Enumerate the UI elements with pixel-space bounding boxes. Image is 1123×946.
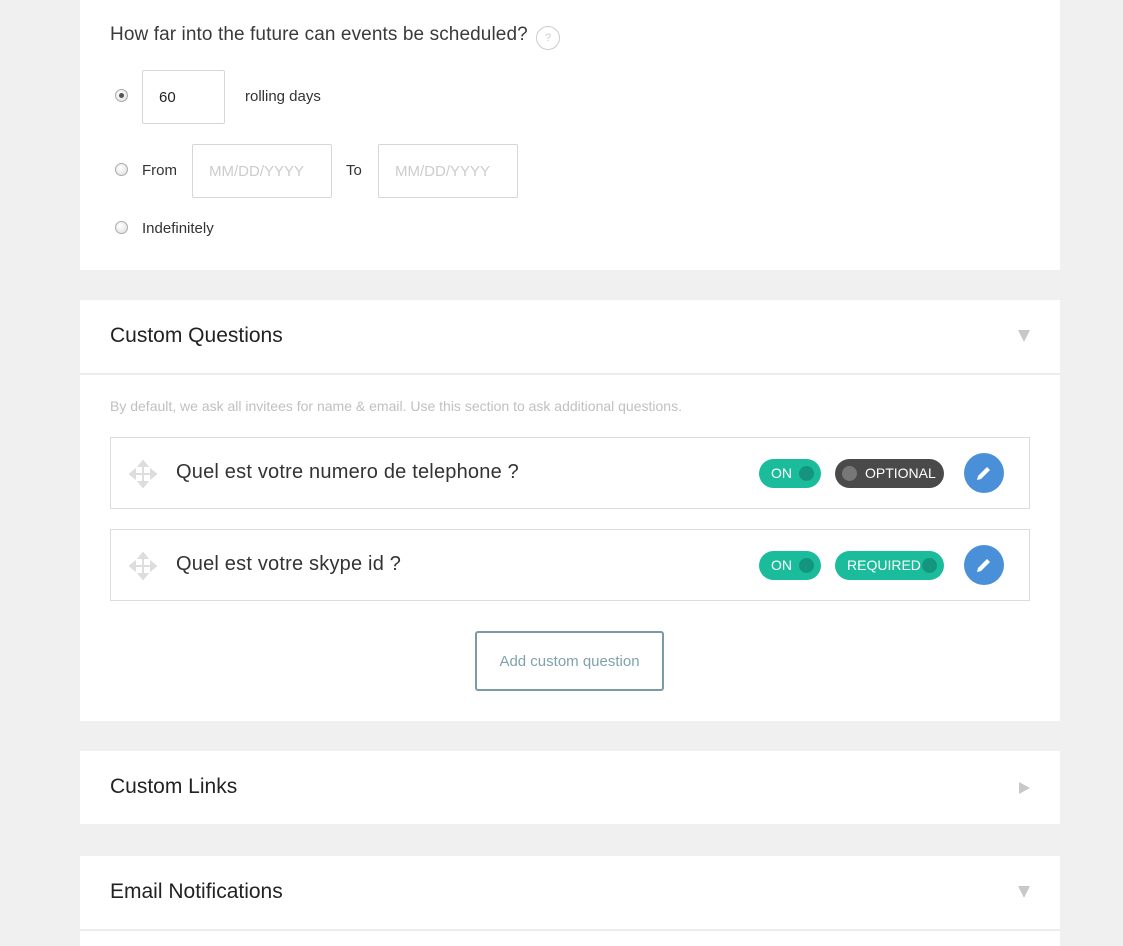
- rolling-days-label: rolling days: [245, 88, 321, 105]
- custom-links-card[interactable]: Custom Links: [80, 751, 1060, 824]
- email-notifications-title[interactable]: Email Notifications: [110, 880, 283, 904]
- question-row[interactable]: Quel est votre numero de telephone ? ON …: [110, 437, 1030, 509]
- question-text: Quel est votre numero de telephone ?: [176, 461, 519, 483]
- to-label: To: [346, 162, 362, 179]
- radio-rolling-days[interactable]: [115, 89, 128, 102]
- on-toggle-label: ON: [771, 465, 792, 481]
- toggle-knob: [799, 466, 814, 481]
- required-toggle[interactable]: OPTIONAL: [835, 459, 944, 488]
- drag-handle-icon[interactable]: [129, 552, 157, 580]
- edit-question-button[interactable]: [964, 453, 1004, 493]
- collapse-caret-icon[interactable]: [1018, 330, 1030, 342]
- collapse-caret-icon[interactable]: [1018, 886, 1030, 898]
- drag-handle-icon[interactable]: [129, 460, 157, 488]
- required-toggle-label: REQUIRED: [847, 557, 921, 573]
- add-custom-question-button[interactable]: Add custom question: [475, 631, 664, 691]
- help-icon[interactable]: ?: [536, 26, 560, 50]
- from-date-input[interactable]: [192, 144, 332, 198]
- custom-questions-hint: By default, we ask all invitees for name…: [110, 398, 682, 414]
- scheduling-window-card: How far into the future can events be sc…: [80, 0, 1060, 270]
- email-notifications-card[interactable]: Email Notifications: [80, 856, 1060, 946]
- section-divider: [80, 929, 1060, 931]
- section-divider: [80, 373, 1060, 375]
- custom-questions-title[interactable]: Custom Questions: [110, 324, 283, 348]
- required-toggle[interactable]: REQUIRED: [835, 551, 944, 580]
- toggle-knob: [799, 558, 814, 573]
- scheduling-question: How far into the future can events be sc…: [110, 24, 528, 45]
- toggle-knob: [922, 558, 937, 573]
- pencil-icon: [977, 467, 990, 480]
- on-toggle[interactable]: ON: [759, 551, 821, 580]
- required-toggle-label: OPTIONAL: [865, 465, 936, 481]
- expand-caret-icon[interactable]: [1019, 782, 1030, 794]
- toggle-knob: [842, 466, 857, 481]
- on-toggle[interactable]: ON: [759, 459, 821, 488]
- indefinitely-label: Indefinitely: [142, 220, 214, 237]
- rolling-days-input[interactable]: [142, 70, 225, 124]
- on-toggle-label: ON: [771, 557, 792, 573]
- custom-links-title[interactable]: Custom Links: [110, 775, 237, 799]
- question-text: Quel est votre skype id ?: [176, 553, 402, 575]
- to-date-input[interactable]: [378, 144, 518, 198]
- pencil-icon: [977, 559, 990, 572]
- radio-indefinitely[interactable]: [115, 221, 128, 234]
- radio-date-range[interactable]: [115, 163, 128, 176]
- question-row[interactable]: Quel est votre skype id ? ON REQUIRED: [110, 529, 1030, 601]
- edit-question-button[interactable]: [964, 545, 1004, 585]
- custom-questions-card: Custom Questions By default, we ask all …: [80, 300, 1060, 721]
- from-label: From: [142, 162, 177, 179]
